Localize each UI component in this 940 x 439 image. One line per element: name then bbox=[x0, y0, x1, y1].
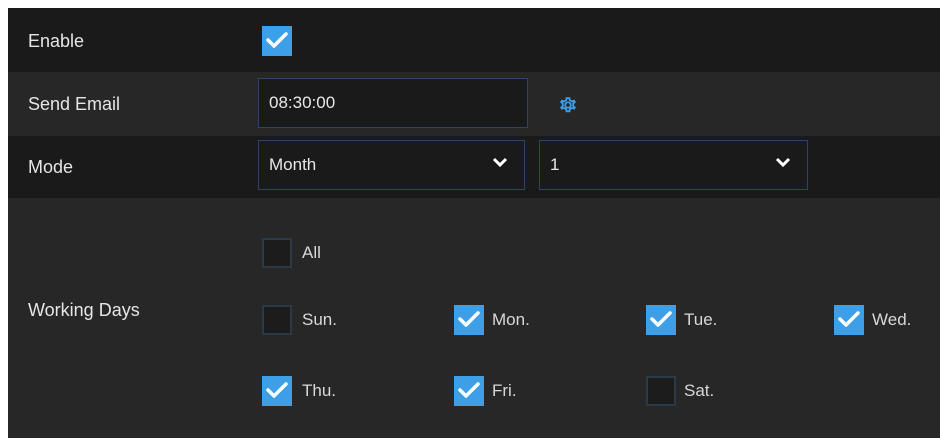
enable-checkbox[interactable] bbox=[262, 26, 292, 56]
send-email-row: Send Email 08:30:00 bbox=[8, 72, 940, 136]
send-email-time-field[interactable]: 08:30:00 bbox=[258, 78, 528, 128]
checkmark-icon bbox=[458, 311, 480, 327]
day-label-sun: Sun. bbox=[302, 310, 337, 329]
all-days-checkbox[interactable] bbox=[262, 238, 292, 268]
enable-label: Enable bbox=[28, 31, 85, 51]
day-checkbox-wed[interactable] bbox=[834, 305, 864, 335]
day-label-thu: Thu. bbox=[302, 381, 337, 400]
send-email-time-value: 08:30:00 bbox=[269, 93, 336, 112]
day-checkbox-sun[interactable] bbox=[262, 305, 292, 335]
day-checkbox-mon[interactable] bbox=[454, 305, 484, 335]
mode-period-select[interactable]: Month bbox=[258, 140, 525, 190]
day-label-tue: Tue. bbox=[684, 310, 718, 329]
checkmark-icon bbox=[458, 382, 480, 398]
enable-row: Enable bbox=[8, 8, 940, 72]
mode-label: Mode bbox=[28, 157, 74, 177]
gear-icon[interactable] bbox=[557, 94, 579, 116]
day-label-wed: Wed. bbox=[872, 310, 912, 329]
checkmark-icon bbox=[266, 382, 288, 398]
checkmark-icon bbox=[838, 311, 860, 327]
chevron-down-icon bbox=[492, 157, 508, 168]
mode-day-value: 1 bbox=[550, 155, 560, 174]
day-checkbox-tue[interactable] bbox=[646, 305, 676, 335]
send-email-label: Send Email bbox=[28, 94, 121, 114]
day-checkbox-fri[interactable] bbox=[454, 376, 484, 406]
working-days-label: Working Days bbox=[28, 300, 140, 320]
day-label-mon: Mon. bbox=[492, 310, 530, 329]
checkmark-icon bbox=[650, 311, 672, 327]
day-label-fri: Fri. bbox=[492, 381, 517, 400]
checkmark-icon bbox=[266, 32, 288, 48]
chevron-down-icon bbox=[775, 157, 791, 168]
mode-day-select[interactable]: 1 bbox=[539, 140, 808, 190]
day-checkbox-sat[interactable] bbox=[646, 376, 676, 406]
day-checkbox-thu[interactable] bbox=[262, 376, 292, 406]
working-days-section: Working Days All Sun. Mon. Tue. Wed. Thu… bbox=[8, 198, 940, 438]
day-label-sat: Sat. bbox=[684, 381, 715, 400]
mode-row: Mode Month 1 bbox=[8, 136, 940, 198]
mode-period-value: Month bbox=[269, 155, 317, 174]
settings-panel: Enable Send Email 08:30:00 Mode Month 1 … bbox=[8, 8, 940, 438]
all-days-label: All bbox=[302, 243, 321, 262]
